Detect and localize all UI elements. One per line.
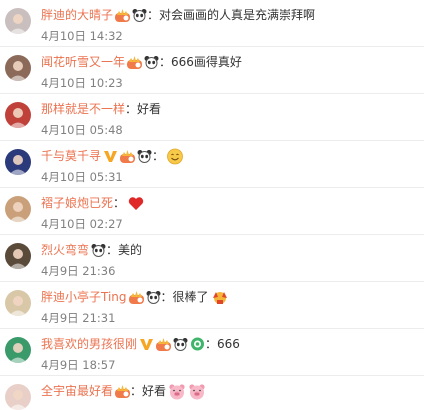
comment-item: 全宇宙最好看 ：好看 (0, 376, 424, 410)
comment-line: 烈火弯弯 ：美的 (41, 241, 142, 259)
comment-item: 闻花听雪又一年 ： 666画得真好 4月10日 10:23 (0, 47, 424, 94)
avatar[interactable] (5, 8, 31, 34)
colon-separator: ： (113, 196, 126, 210)
crown-badge (115, 384, 131, 398)
panda-badge (137, 149, 152, 163)
avatar[interactable] (5, 290, 31, 316)
avatar[interactable] (5, 196, 31, 222)
colon-separator: ： (205, 337, 218, 351)
comment-line: 胖迪小亭子Ting ：很棒了 (41, 288, 229, 306)
crown-badge (156, 337, 172, 351)
colon-separator: ： (106, 243, 119, 257)
comment-time: 4月10日 02:27 (41, 217, 123, 231)
comment-time: 4月9日 18:57 (41, 358, 116, 372)
heart-emoji (127, 195, 145, 212)
smile-emoji (166, 148, 184, 165)
comment-time: 4月10日 10:23 (41, 76, 123, 90)
avatar[interactable] (5, 102, 31, 128)
avatar[interactable] (5, 384, 31, 410)
comment-item: 胖迪的大晴子 ：对会画画的人真是充满崇拜啊 4月10日 14:32 (0, 0, 424, 47)
avatar[interactable] (5, 243, 31, 269)
green-badge (190, 337, 205, 351)
commenter-name[interactable]: 全宇宙最好看 (41, 382, 113, 400)
comment-item: 褶子娘炮已死： 4月10日 02:27 (0, 188, 424, 235)
comment-line: 闻花听雪又一年 ： 666画得真好 (41, 53, 242, 71)
comment-text: 好看 (142, 384, 167, 398)
panda-badge (91, 243, 106, 257)
comment-text: 很棒了 (172, 290, 209, 304)
comment-item: 烈火弯弯 ：美的 4月9日 21:36 (0, 235, 424, 282)
avatar[interactable] (5, 55, 31, 81)
comment-line: 全宇宙最好看 ：好看 (41, 382, 206, 400)
comment-line: 千与莫千寻 ： (41, 147, 184, 165)
commenter-name[interactable]: 我喜欢的男孩很刚 (41, 335, 137, 353)
panda-badge (132, 8, 147, 22)
comment-text: 666 (217, 337, 240, 351)
panda-badge (173, 337, 188, 351)
comment-text: 对会画画的人真是充满崇拜啊 (159, 8, 316, 22)
v-badge (139, 337, 154, 351)
comment-item: 千与莫千寻 ： 4月10日 05:31 (0, 141, 424, 188)
comment-time: 4月9日 21:31 (41, 311, 116, 325)
pig-emoji (188, 383, 206, 400)
commenter-name[interactable]: 褶子娘炮已死 (41, 194, 113, 212)
comment-line: 褶子娘炮已死： (41, 194, 145, 212)
comment-text: 666画得真好 (171, 55, 242, 69)
v-badge (103, 149, 118, 163)
comment-line: 胖迪的大晴子 ：对会画画的人真是充满崇拜啊 (41, 6, 315, 24)
commenter-name[interactable]: 闻花听雪又一年 (41, 53, 125, 71)
colon-separator: ： (160, 290, 173, 304)
commenter-name[interactable]: 烈火弯弯 (41, 241, 89, 259)
commenter-name[interactable]: 千与莫千寻 (41, 147, 101, 165)
comment-time: 4月10日 05:31 (41, 170, 123, 184)
commenter-name[interactable]: 胖迪小亭子Ting (41, 288, 127, 306)
comment-text: 好看 (137, 102, 162, 116)
comment-line: 我喜欢的男孩很刚 ： 666 (41, 335, 240, 353)
comment-item: 我喜欢的男孩很刚 ： 666 4月9日 18:57 (0, 329, 424, 376)
panda-badge (146, 290, 161, 304)
comment-list: 胖迪的大晴子：对会画画的人真是充满崇拜啊 4月10日 14:32 闻花听雪又一年： 6… (0, 0, 424, 410)
comment-time: 4月10日 05:48 (41, 123, 123, 137)
avatar[interactable] (5, 149, 31, 175)
colon-separator: ： (159, 55, 172, 69)
comment-item: 胖迪小亭子Ting ：很棒了 4月9日 21:31 (0, 282, 424, 329)
commenter-name[interactable]: 那样就是不一样 (41, 100, 125, 118)
comment-text: 美的 (118, 243, 143, 257)
pig-emoji (168, 383, 186, 400)
colon-separator: ： (152, 149, 165, 163)
comment-time: 4月9日 21:36 (41, 264, 116, 278)
crown-badge (127, 55, 143, 69)
panda-badge (144, 55, 159, 69)
avatar[interactable] (5, 337, 31, 363)
commenter-name[interactable]: 胖迪的大晴子 (41, 6, 113, 24)
crown-badge (120, 149, 136, 163)
colon-separator: ： (147, 8, 160, 22)
crown-badge (115, 8, 131, 22)
cheer-emoji (211, 289, 229, 306)
comment-line: 那样就是不一样：好看 (41, 100, 161, 118)
crown-badge (128, 290, 144, 304)
comment-item: 那样就是不一样：好看 4月10日 05:48 (0, 94, 424, 141)
colon-separator: ： (125, 102, 138, 116)
colon-separator: ： (130, 384, 143, 398)
comment-time: 4月10日 14:32 (41, 29, 123, 43)
